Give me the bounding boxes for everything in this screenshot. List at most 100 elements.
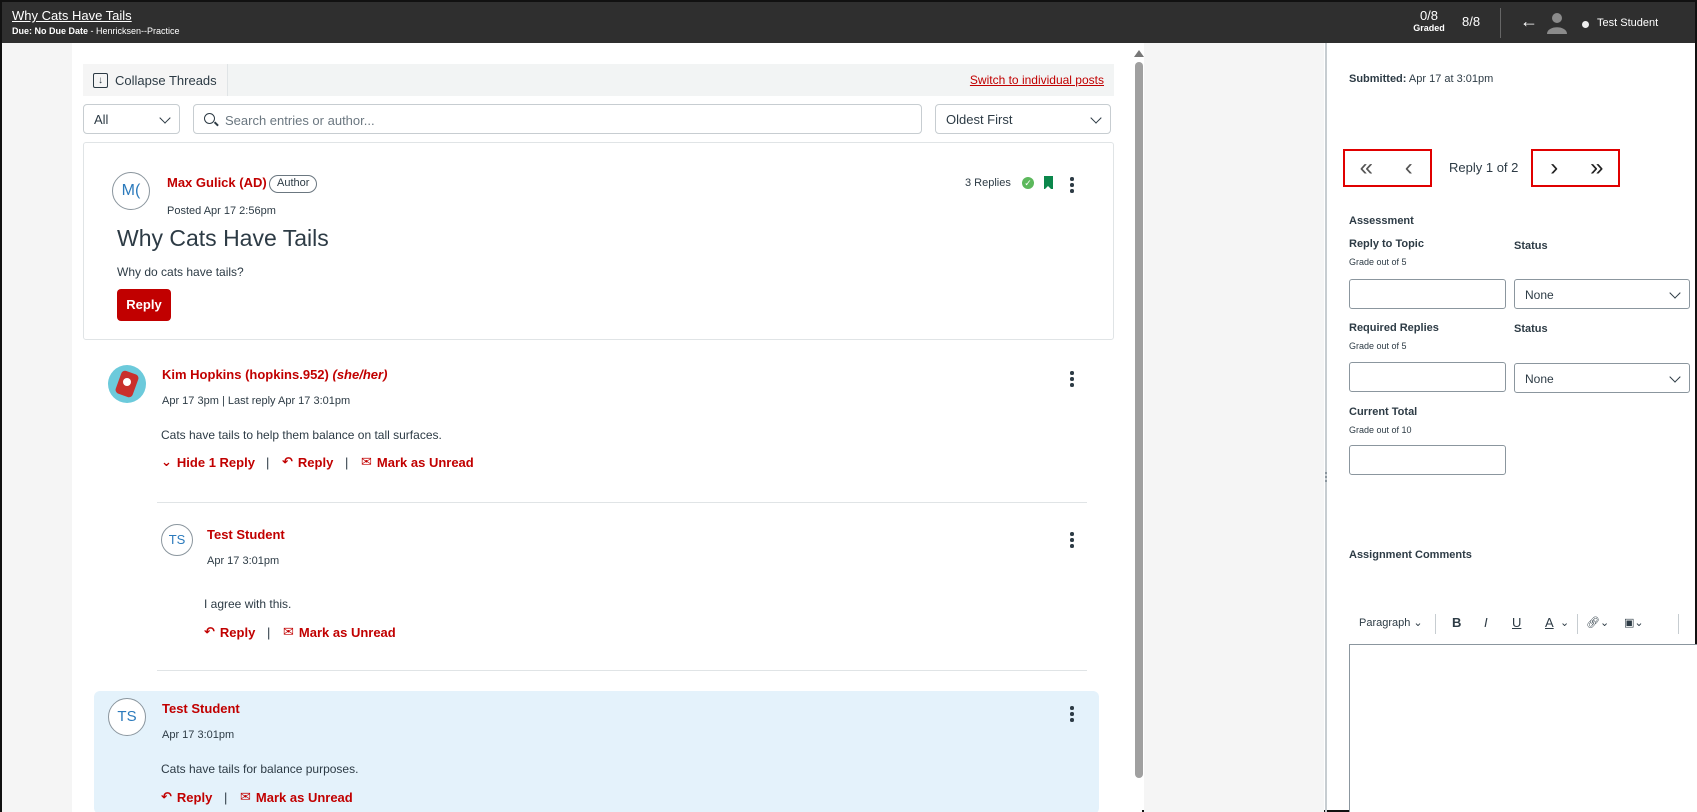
sort-value: Oldest First	[946, 112, 1013, 127]
due-label: Due: No Due Date	[12, 26, 89, 36]
chevron-down-icon	[159, 112, 171, 124]
scroll-up-icon[interactable]	[1134, 50, 1144, 57]
highlight-author-name[interactable]: Test Student	[162, 701, 240, 716]
reply-label: Reply	[297, 454, 334, 470]
mark-unread-button[interactable]: ✉ Mark as Unread	[361, 454, 474, 470]
highlight-date: Apr 17 3:01pm	[162, 729, 235, 741]
separator: |	[345, 455, 349, 470]
entry-reply-button[interactable]: ↶ Reply	[282, 454, 333, 470]
mail-icon: ✉	[240, 789, 251, 804]
entry-options-icon[interactable]	[1070, 371, 1074, 387]
prev-reply-nav: « ‹	[1343, 149, 1432, 187]
next-reply-button[interactable]: ›	[1533, 151, 1576, 185]
right-gutter	[1144, 43, 1324, 812]
highlight-mark-unread-button[interactable]: ✉ Mark as Unread	[240, 789, 353, 805]
required-replies-label: Required Replies	[1349, 322, 1439, 334]
highlight-message: Cats have tails for balance purposes.	[161, 762, 359, 776]
entry-date: Apr 17 3pm	[162, 395, 219, 407]
topic-author-name[interactable]: Max Gulick (AD)	[167, 175, 267, 190]
text-color-button[interactable]: A	[1545, 615, 1554, 630]
required-replies-grade-input[interactable]	[1349, 362, 1506, 392]
nested-mark-unread-button[interactable]: ✉ Mark as Unread	[283, 624, 396, 640]
collapse-threads-label: Collapse Threads	[115, 72, 217, 88]
editor-toolbar: Paragraph ⌄ B I U A ⌄ 🔗︎⌄ ▣⌄	[1349, 612, 1697, 638]
underline-button[interactable]: U	[1512, 615, 1521, 630]
mark-unread-label: Mark as Unread	[255, 789, 353, 805]
mail-icon: ✉	[361, 454, 372, 469]
mail-icon: ✉	[283, 624, 294, 639]
submitted-value: Apr 17 at 3:01pm	[1408, 73, 1494, 85]
back-arrow-icon[interactable]: ←	[1520, 11, 1538, 32]
bookmark-icon[interactable]	[1044, 176, 1053, 190]
nested-options-icon[interactable]	[1070, 532, 1074, 548]
sort-select[interactable]: Oldest First	[935, 104, 1111, 134]
status-select[interactable]: None	[1514, 363, 1690, 393]
last-reply-button[interactable]: »	[1576, 151, 1619, 185]
mark-unread-label: Mark as Unread	[298, 624, 396, 640]
toolbar-divider	[1435, 614, 1436, 634]
thread-toolbar: ↓ Collapse Threads Switch to individual …	[83, 64, 1114, 96]
user-avatar-icon[interactable]	[1545, 10, 1569, 34]
reply-icon: ↶	[282, 454, 293, 469]
topbar-divider	[1500, 8, 1501, 38]
reply-label: Reply	[176, 789, 213, 805]
topic-message: Why do cats have tails?	[117, 265, 244, 279]
search-box[interactable]	[193, 104, 922, 134]
paragraph-label: Paragraph	[1359, 617, 1411, 629]
nested-author-avatar: TS	[161, 524, 193, 556]
topic-options-icon[interactable]	[1070, 177, 1074, 193]
chevron-down-icon: ⌄	[161, 454, 172, 469]
next-reply-nav: › »	[1531, 149, 1620, 187]
scrollbar-thumb[interactable]	[1135, 62, 1143, 778]
reply-position: Reply 1 of 2	[1449, 160, 1519, 175]
hide-replies-button[interactable]: ⌄ Hide 1 Reply	[161, 454, 255, 470]
bold-button[interactable]: B	[1452, 615, 1461, 630]
graded-count: 0/8	[1419, 8, 1439, 23]
course-name: - Henricksen--Practice	[88, 26, 180, 36]
status-select[interactable]: None	[1514, 279, 1690, 309]
entry-message: Cats have tails to help them balance on …	[161, 428, 442, 442]
reply-topic-label: Reply to Topic	[1349, 238, 1424, 250]
resize-handle-icon[interactable]	[1323, 472, 1329, 486]
replies-count: 3 Replies	[965, 177, 1011, 189]
highlight-options-icon[interactable]	[1070, 706, 1074, 722]
chevron-down-icon	[1669, 287, 1681, 299]
switch-to-individual-link[interactable]: Switch to individual posts	[970, 73, 1104, 87]
search-icon	[204, 113, 215, 124]
top-bar: Why Cats Have Tails Due: No Due Date - H…	[2, 2, 1695, 43]
assignment-title-link[interactable]: Why Cats Have Tails	[12, 8, 132, 23]
nested-reply-button[interactable]: ↶ Reply	[204, 624, 255, 640]
pane-divider[interactable]	[1325, 43, 1327, 812]
topic-reply-button[interactable]: Reply	[117, 289, 171, 321]
toolbar-divider	[1678, 614, 1679, 634]
status-label: Status	[1514, 240, 1548, 252]
current-total-input[interactable]	[1349, 445, 1506, 475]
nested-author-name[interactable]: Test Student	[207, 527, 285, 542]
highlight-reply-button[interactable]: ↶ Reply	[161, 789, 212, 805]
comment-editor[interactable]	[1349, 644, 1697, 812]
image-icon[interactable]: ▣⌄	[1624, 616, 1644, 629]
status-value: None	[1525, 288, 1554, 302]
previous-reply-button[interactable]: ‹	[1388, 151, 1431, 185]
entry-divider	[157, 502, 1087, 503]
submitted-info: Submitted: Apr 17 at 3:01pm	[1349, 73, 1493, 85]
status-label: Status	[1514, 323, 1548, 335]
entry-author-name[interactable]: Kim Hopkins (hopkins.952) (she/her)	[162, 367, 387, 382]
reply-icon: ↶	[161, 789, 172, 804]
student-name[interactable]: Test Student	[1597, 17, 1658, 29]
graded-counter: 0/8 Graded	[1404, 8, 1454, 33]
scrollbar[interactable]	[1134, 50, 1144, 780]
filter-select[interactable]: All	[83, 104, 180, 134]
status-dot-icon	[1582, 21, 1589, 28]
italic-button[interactable]: I	[1484, 615, 1488, 630]
first-reply-button[interactable]: «	[1345, 151, 1388, 185]
link-icon[interactable]: 🔗︎⌄	[1586, 616, 1609, 629]
author-badge: Author	[269, 175, 318, 193]
current-total-grade-note: Grade out of 10	[1349, 425, 1412, 435]
entry-last-reply: | Last reply Apr 17 3:01pm	[221, 395, 351, 407]
collapse-threads-button[interactable]: ↓ Collapse Threads	[83, 64, 228, 96]
paragraph-select[interactable]: Paragraph ⌄	[1359, 616, 1423, 629]
chevron-down-icon[interactable]: ⌄	[1560, 616, 1569, 629]
search-input[interactable]	[225, 110, 905, 130]
reply-topic-grade-input[interactable]	[1349, 279, 1506, 309]
